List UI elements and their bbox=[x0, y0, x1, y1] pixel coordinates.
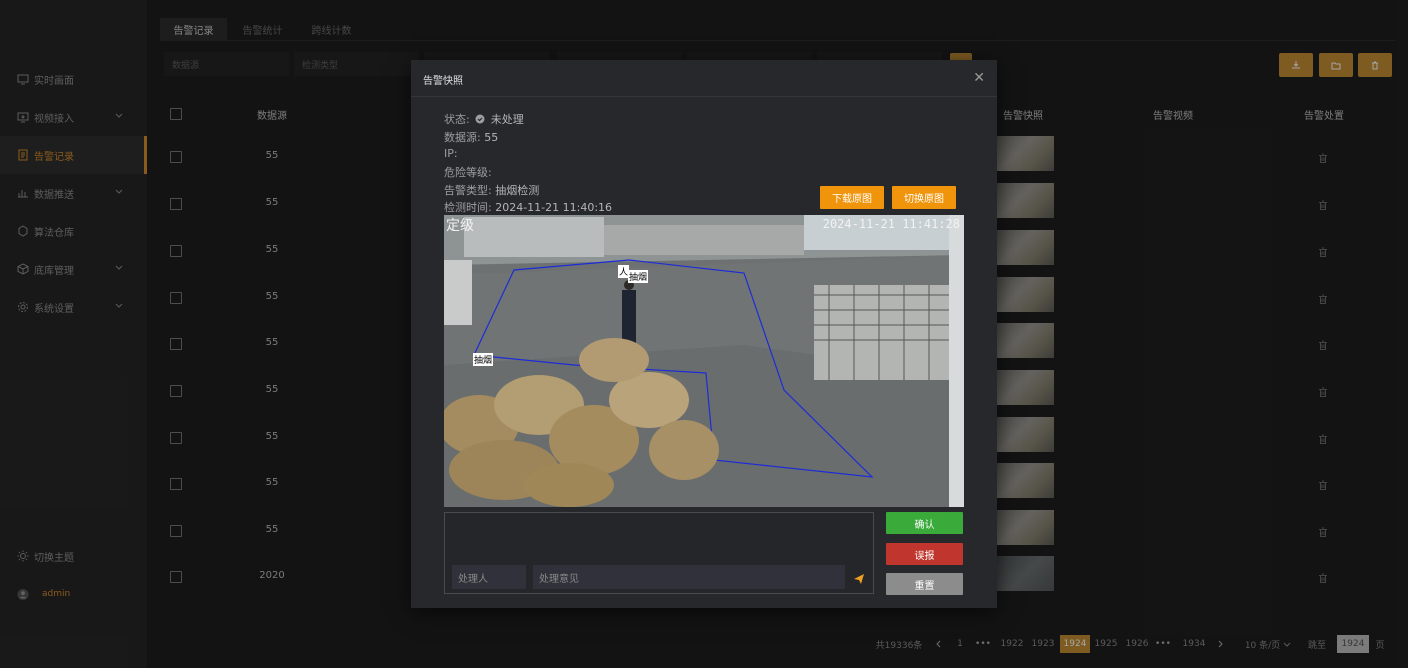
danger-label: 危险等级: bbox=[444, 166, 492, 179]
time-line: 检测时间: 2024-11-21 11:40:16 bbox=[444, 199, 612, 215]
status-line: 状态: 未处理 bbox=[444, 111, 524, 127]
check-circle-icon bbox=[475, 114, 485, 124]
source-label: 数据源: bbox=[444, 131, 481, 144]
smoking-zone-label: 抽烟 bbox=[473, 353, 494, 366]
time-label: 检测时间: bbox=[444, 201, 492, 214]
reset-button[interactable]: 重置 bbox=[886, 573, 963, 595]
time-value: 2024-11-21 11:40:16 bbox=[495, 201, 613, 214]
smoking-label: 抽烟 bbox=[628, 270, 649, 283]
danger-line: 危险等级: bbox=[444, 164, 492, 180]
confirm-button[interactable]: 确认 bbox=[886, 512, 963, 534]
switch-original-button[interactable]: 切换原图 bbox=[892, 186, 956, 209]
close-icon[interactable]: ✕ bbox=[973, 70, 985, 86]
type-line: 告警类型: 抽烟检测 bbox=[444, 182, 539, 198]
alarm-snapshot-dialog: 告警快照 ✕ 状态: 未处理 数据源: 55 IP: 危险等级: 告警类型: 抽… bbox=[411, 60, 997, 608]
snapshot-scene bbox=[444, 215, 964, 507]
status-value: 未处理 bbox=[490, 113, 524, 126]
type-value: 抽烟检测 bbox=[495, 184, 540, 197]
handler-input[interactable]: 处理人 bbox=[452, 565, 526, 589]
download-original-button[interactable]: 下载原图 bbox=[820, 186, 884, 209]
overlay-timestamp: 2024-11-21 11:41:28 bbox=[822, 217, 960, 231]
source-value: 55 bbox=[484, 131, 499, 144]
overlay-left-text: 定级 bbox=[446, 218, 474, 234]
status-label: 状态: bbox=[444, 113, 470, 126]
ip-label: IP: bbox=[444, 147, 458, 160]
opinion-input[interactable]: 处理意见 bbox=[533, 565, 845, 589]
dialog-title: 告警快照 bbox=[423, 76, 463, 87]
false-alarm-button[interactable]: 误报 bbox=[886, 543, 963, 565]
type-label: 告警类型: bbox=[444, 184, 492, 197]
handling-form: 处理人 处理意见 bbox=[444, 512, 874, 594]
ip-line: IP: bbox=[444, 147, 458, 160]
source-line: 数据源: 55 bbox=[444, 129, 498, 145]
send-icon[interactable] bbox=[853, 570, 865, 589]
dialog-divider bbox=[411, 96, 997, 97]
alarm-snapshot-image[interactable]: 定级 2024-11-21 11:41:28 人 抽烟 抽烟 bbox=[444, 215, 964, 507]
